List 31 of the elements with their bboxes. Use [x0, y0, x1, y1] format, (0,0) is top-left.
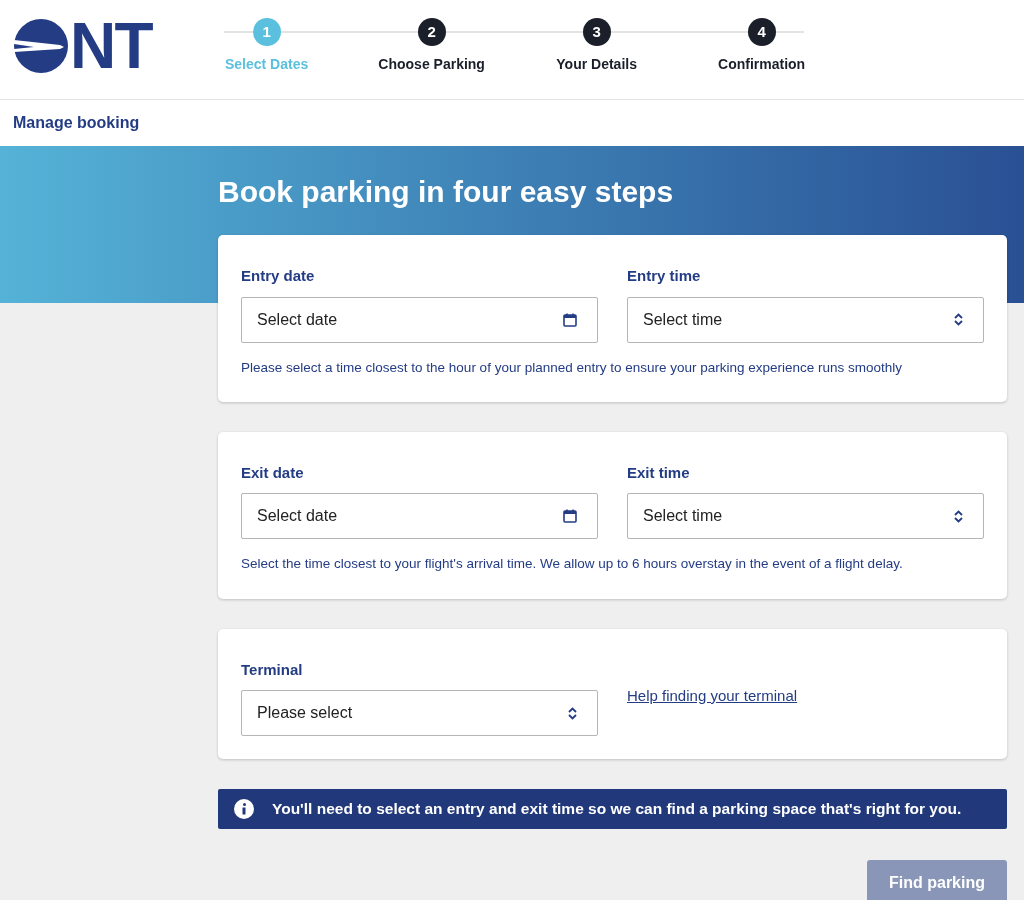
help-link[interactable]: Help finding your terminal	[627, 684, 798, 707]
sort-caret-icon	[568, 706, 577, 720]
step-number: 2	[417, 18, 446, 46]
page-heading: Book parking in four easy steps	[218, 174, 675, 210]
date-field[interactable]: Select date	[241, 296, 598, 343]
select-field[interactable]: Select time	[627, 493, 984, 540]
calendar-icon	[563, 312, 577, 327]
step-number: 1	[252, 18, 281, 46]
step-tab[interactable]: Confirmation	[718, 54, 806, 75]
field-label: Exit time	[627, 462, 691, 483]
select-field[interactable]: Select time	[627, 296, 984, 343]
logo-text: NT	[70, 14, 153, 78]
notice-text: You'll need to select an entry and exit time so we can find a parking space that's right for you.	[272, 799, 962, 820]
step-number: 3	[582, 18, 611, 46]
calendar-icon	[563, 509, 577, 524]
field-label: Entry date	[241, 266, 316, 286]
sort-caret-icon	[954, 509, 963, 523]
field-label: Exit date	[241, 462, 305, 483]
step-tab[interactable]: Your Details	[556, 54, 637, 75]
manage-booking-link[interactable]: Manage booking	[13, 111, 140, 135]
date-field[interactable]: Select date	[241, 493, 598, 540]
select-field[interactable]: Please select	[241, 690, 598, 736]
field-label: Entry time	[627, 266, 702, 286]
sort-caret-icon	[954, 313, 963, 326]
hint-text: Please select a time closest to the hour of your planned entry to ensure your parking experience runs smoothly	[241, 358, 904, 377]
step-number: 4	[747, 18, 776, 46]
field-label: Terminal	[241, 659, 304, 680]
info-icon	[234, 799, 254, 819]
logo-icon	[14, 19, 68, 73]
step-tab[interactable]: Choose Parking	[378, 54, 485, 75]
hint-text: Select the time closest to your flight's arrival time. We allow up to 6 hours overstay in the event of a flight delay.	[241, 555, 904, 574]
